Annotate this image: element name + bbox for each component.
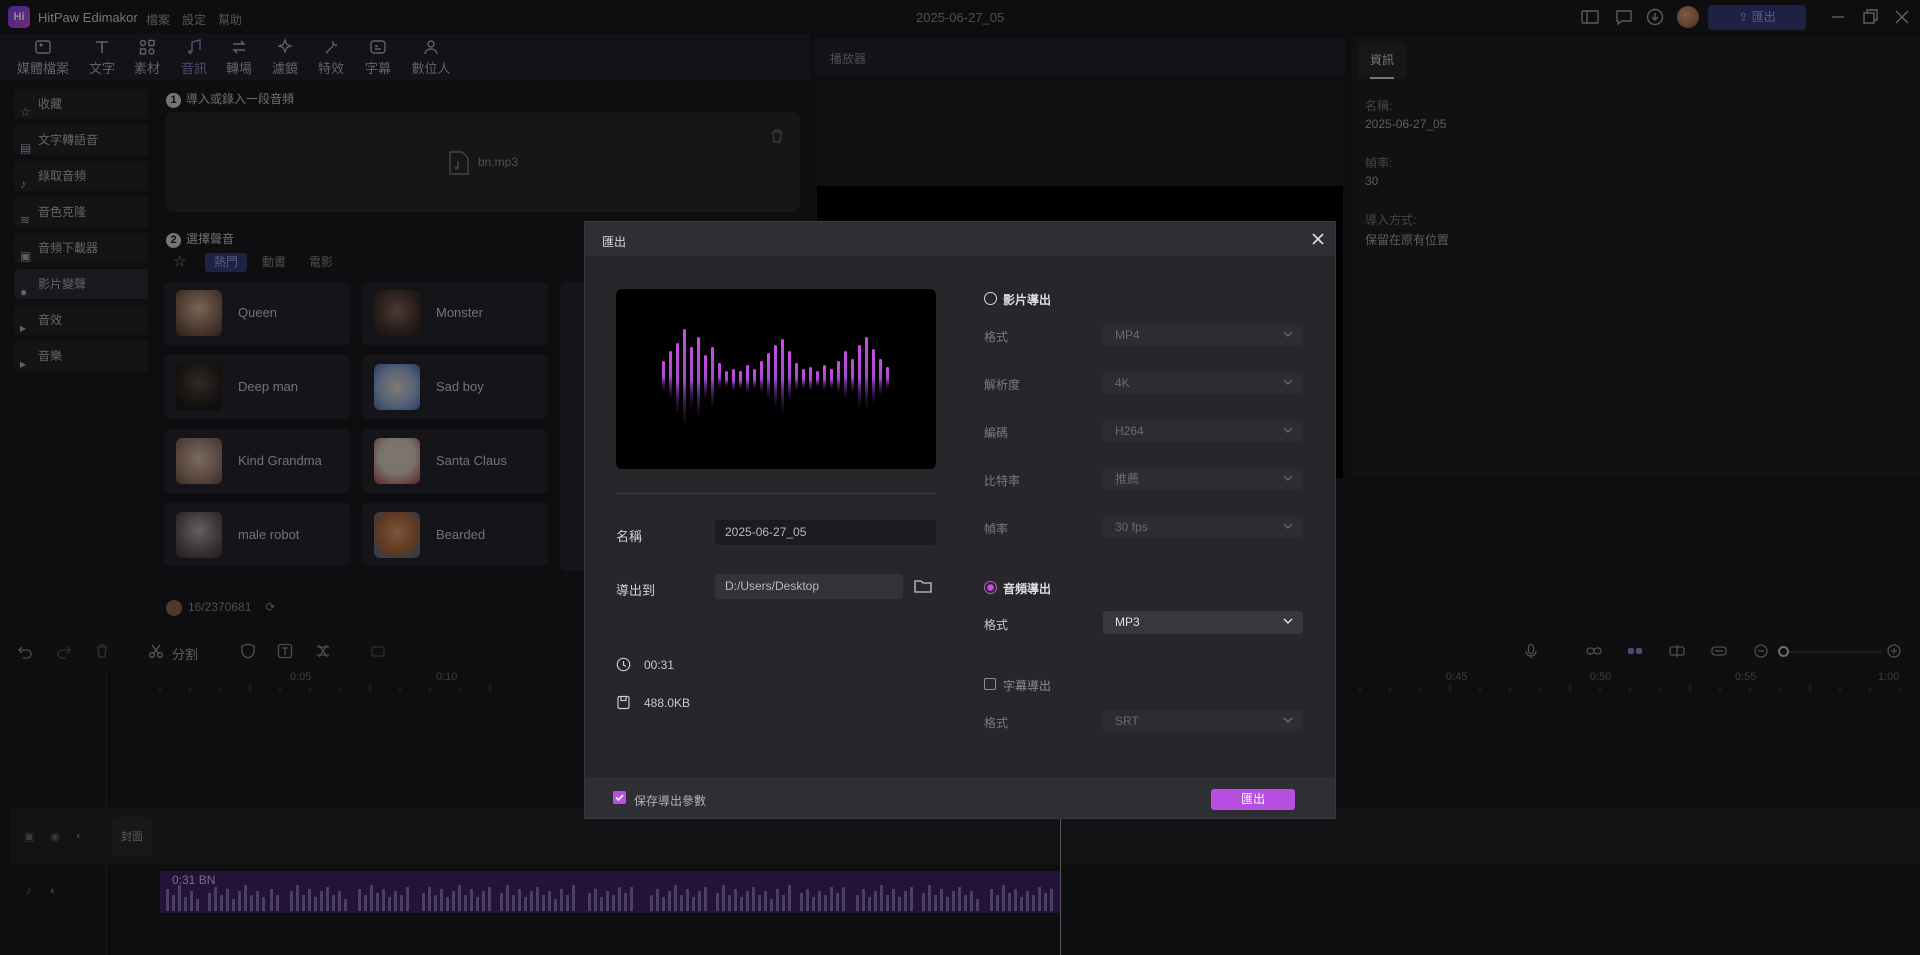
select-value: MP4 <box>1115 328 1140 342</box>
file-size-value: 488.0KB <box>644 696 691 710</box>
video-format-label: 格式 <box>984 330 1009 344</box>
subtitle-export-label: 字幕導出 <box>1003 679 1052 693</box>
resolution-select[interactable]: 4K <box>1103 372 1303 394</box>
encoding-label: 編碼 <box>984 426 1009 440</box>
chevron-down-icon <box>1283 717 1293 723</box>
audio-preview <box>616 289 936 469</box>
duration-value: 00:31 <box>644 658 675 672</box>
destination-label: 導出到 <box>616 583 656 598</box>
subtitle-format-label: 格式 <box>984 716 1009 730</box>
chevron-down-icon <box>1283 379 1293 385</box>
save-params-label: 保存導出參數 <box>634 794 707 808</box>
select-value: 30 fps <box>1115 520 1148 534</box>
video-export-radio[interactable] <box>984 292 997 305</box>
name-label: 名稱 <box>616 529 643 544</box>
audio-export-radio[interactable] <box>984 581 997 594</box>
audio-format-select[interactable]: MP3 <box>1103 611 1303 634</box>
select-value: MP3 <box>1115 615 1140 629</box>
chevron-down-icon <box>1283 475 1293 481</box>
folder-icon[interactable] <box>914 578 932 594</box>
close-icon[interactable] <box>1308 229 1328 249</box>
chevron-down-icon <box>1283 618 1293 624</box>
export-dialog-header <box>585 222 1335 256</box>
bitrate-label: 比特率 <box>984 474 1021 488</box>
chevron-down-icon <box>1283 331 1293 337</box>
export-button[interactable]: 匯出 <box>1211 789 1295 810</box>
chevron-down-icon <box>1283 523 1293 529</box>
audio-export-label: 音頻導出 <box>1003 582 1052 596</box>
chevron-down-icon <box>1283 427 1293 433</box>
subtitle-format-select[interactable]: SRT <box>1103 710 1303 732</box>
resolution-label: 解析度 <box>984 378 1021 392</box>
video-export-label: 影片導出 <box>1003 293 1052 307</box>
framerate-select[interactable]: 30 fps <box>1103 516 1303 538</box>
bitrate-select[interactable]: 推薦 <box>1103 468 1303 490</box>
select-value: 推薦 <box>1115 472 1140 486</box>
select-value: H264 <box>1115 424 1144 438</box>
waveform-preview-graphic <box>662 329 889 424</box>
framerate-label: 幀率 <box>984 522 1009 536</box>
video-format-select[interactable]: MP4 <box>1103 324 1303 346</box>
dialog-divider <box>616 493 936 494</box>
name-input[interactable]: 2025-06-27_05 <box>715 520 936 545</box>
encoding-select[interactable]: H264 <box>1103 420 1303 442</box>
save-params-checkbox[interactable] <box>613 791 626 804</box>
file-size-icon <box>616 695 631 710</box>
audio-format-label: 格式 <box>984 618 1009 632</box>
subtitle-export-checkbox[interactable] <box>984 678 996 690</box>
select-value: 4K <box>1115 376 1130 390</box>
select-value: SRT <box>1115 714 1139 728</box>
destination-input[interactable]: D:/Users/Desktop <box>715 574 903 599</box>
export-dialog-title: 匯出 <box>602 235 627 249</box>
clock-icon <box>616 657 631 672</box>
